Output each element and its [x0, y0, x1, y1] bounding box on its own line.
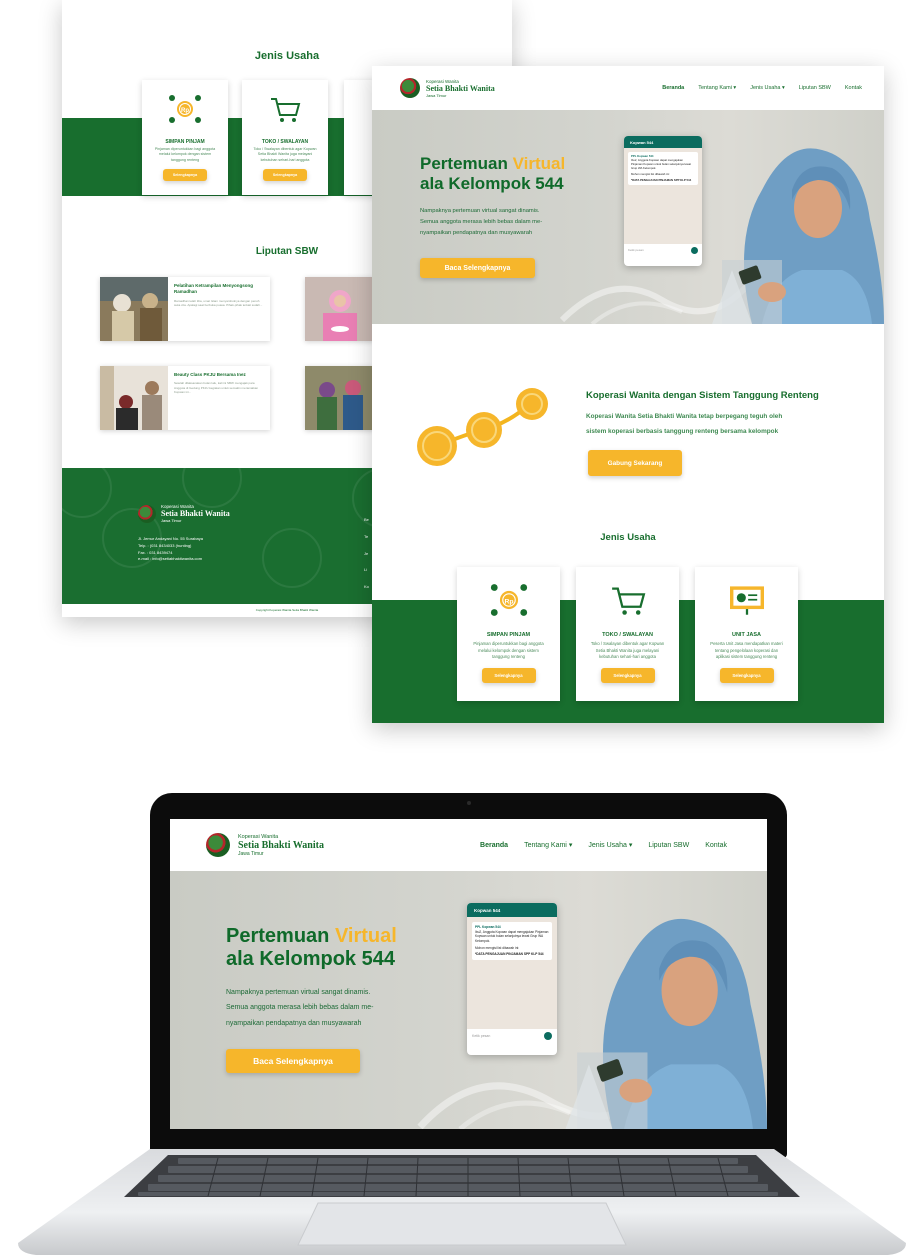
post-desc: Setelah dilaksanakan bulan lalu, kali in… [174, 381, 259, 395]
hero-read-more-button[interactable]: Baca Selengkapnya [226, 1049, 360, 1073]
card-more-button[interactable]: Selengkapnya [263, 169, 307, 182]
hero-section: Pertemuan Virtual ala Kelompok 544 Nampak… [372, 110, 884, 324]
navbar: Koperasi Wanita Setia Bhakti Wanita Jawa… [372, 66, 884, 110]
nav-jenis[interactable]: Jenis Usaha ▾ [750, 85, 785, 91]
post-photo [100, 277, 168, 341]
card-more-button[interactable]: Selengkapnya [163, 169, 207, 182]
coin-people-icon: Rp [169, 95, 201, 123]
card-simpan-pinjam[interactable]: Rp SIMPAN PINJAM Pinjaman diperuntukkan … [457, 567, 560, 701]
card-desc: Peserta Unit Jasa mendapatkan materi tent… [710, 641, 783, 660]
chat-message: PPL Kopwan 544 Ibu2, Anggota Kopwan dapa… [472, 922, 552, 960]
card-desc: Toko / Swalayan dibentuk agar Kopwan Seti… [590, 641, 665, 660]
brand-logo[interactable]: Koperasi Wanita Setia Bhakti Wanita Jawa… [206, 833, 324, 857]
card-simpan-pinjam[interactable]: Rp SIMPAN PINJAM Pinjaman diperuntukkan … [142, 80, 228, 195]
post-desc: Ramadhan telah tiba, umat Islam menyambu… [174, 298, 263, 308]
chat-input[interactable]: Ketik pesan [624, 244, 702, 256]
card-title: SIMPAN PINJAM [165, 139, 205, 145]
shopping-cart-icon [271, 98, 301, 122]
join-now-button[interactable]: Gabung Sekarang [588, 450, 682, 476]
card-more-button[interactable]: Selengkapnya [481, 668, 536, 684]
front-page-mockup: Koperasi Wanita Setia Bhakti Wanita Jawa… [372, 66, 884, 723]
svg-text:Rp: Rp [181, 108, 189, 114]
hero-woman-photo [712, 148, 884, 324]
presentation-board-icon [729, 586, 764, 615]
post-card-partial[interactable] [305, 366, 375, 430]
nav-tentang[interactable]: Tentang Kami ▾ [698, 85, 736, 91]
footer-logo[interactable]: Koperasi Wanita Setia Bhakti Wanita Jawa… [138, 504, 230, 523]
about-title: Koperasi Wanita dengan Sistem Tanggung R… [586, 390, 819, 401]
card-desc: Pinjaman diperuntukkan bagi anggota melal… [473, 641, 544, 660]
nav-kontak[interactable]: Kontak [845, 85, 862, 91]
chat-header: Kopwan 544 [624, 136, 702, 148]
nav-liputan[interactable]: Liputan SBW [648, 842, 689, 849]
card-unit-jasa[interactable]: UNIT JASA Peserta Unit Jasa mendapatkan … [695, 567, 798, 701]
hero-woman-photo [565, 918, 767, 1129]
hero-text: Nampaknya pertemuan virtual sangat dinam… [226, 989, 374, 1027]
post-card-partial[interactable] [305, 277, 375, 341]
post-title: Beauty Class PKJU Bersama Inez [174, 372, 246, 377]
jenis-usaha-title: Jenis Usaha [254, 50, 320, 62]
post-title: Pelatihan Ketrampilan Menyongsong Ramadh… [174, 283, 254, 295]
logo-icon [400, 78, 420, 98]
nav-beranda[interactable]: Beranda [480, 842, 508, 849]
nav-menu: Beranda Tentang Kami ▾ Jenis Usaha ▾ Lip… [480, 841, 727, 850]
card-toko-swalayan[interactable]: TOKO / SWALAYAN Toko / Swalayan dibentuk… [576, 567, 679, 701]
mockup-stage: Jenis Usaha Rp SIMPAN PINJAM Pinjaman di… [0, 0, 909, 1259]
card-title: UNIT JASA [731, 632, 762, 638]
coins-chain-illustration [417, 388, 548, 466]
post-card[interactable]: Pelatihan Ketrampilan Menyongsong Ramadh… [100, 277, 270, 341]
post-photo [100, 366, 168, 430]
nav-menu: Beranda Tentang Kami ▾ Jenis Usaha ▾ Lip… [662, 85, 862, 91]
footer-links: Be Te Je Li Ko [364, 517, 369, 590]
hero-section: Pertemuan Virtual ala Kelompok 544 Nampak… [170, 871, 767, 1129]
nav-tentang[interactable]: Tentang Kami ▾ [524, 841, 572, 849]
nav-kontak[interactable]: Kontak [705, 842, 727, 849]
card-title: TOKO / SWALAYAN [602, 632, 653, 638]
svg-text:Rp: Rp [504, 598, 513, 605]
about-section: Koperasi Wanita dengan Sistem Tanggung R… [372, 324, 884, 504]
card-toko-swalayan[interactable]: TOKO / SWALAYAN Toko / Swalayan dibentuk… [242, 80, 328, 195]
card-more-button[interactable]: Selengkapnya [600, 668, 655, 684]
hero-title: Pertemuan Virtual ala Kelompok 544 [420, 154, 566, 193]
logo-icon [206, 833, 230, 857]
chat-message: PPL Kopwan 544 Ibu2, Anggota Kopwan dapa… [628, 152, 698, 186]
brand-logo[interactable]: Koperasi Wanita Setia Bhakti Wanita Jawa… [400, 78, 495, 98]
coin-people-icon: Rp [490, 584, 527, 616]
nav-beranda[interactable]: Beranda [662, 85, 684, 91]
card-title: TOKO / SWALAYAN [261, 139, 309, 145]
logo-icon [138, 504, 156, 523]
hero-text: Nampaknya pertemuan virtual sangat dinam… [420, 208, 543, 236]
card-more-button[interactable]: Selengkapnya [719, 668, 774, 684]
nav-liputan[interactable]: Liputan SBW [799, 85, 831, 91]
hero-read-more-button[interactable]: Baca Selengkapnya [420, 258, 535, 278]
card-title: SIMPAN PINJAM [486, 632, 531, 638]
navbar: Koperasi Wanita Setia Bhakti Wanita Jawa… [170, 819, 767, 871]
phone-mockup: Kopwan 544 PPL Kopwan 544 Ibu2, Anggota … [624, 136, 702, 266]
jenis-usaha-title: Jenis Usaha [600, 532, 656, 543]
laptop-base [18, 1149, 906, 1255]
about-desc: Koperasi Wanita Setia Bhakti Wanita teta… [586, 413, 783, 435]
post-photo [305, 366, 375, 430]
post-card[interactable]: Beauty Class PKJU Bersama Inez Setelah d… [100, 366, 270, 430]
footer-contact: Jl. Jemur Andayani No. 55 Surabaya Telp.… [138, 536, 203, 562]
post-photo [305, 277, 375, 341]
card-desc: Toko / Swalayan dibentuk agar Kopwan Seti… [253, 147, 317, 162]
shopping-cart-icon [611, 587, 645, 615]
hero-title: Pertemuan Virtual ala Kelompok 544 [226, 925, 397, 970]
nav-jenis[interactable]: Jenis Usaha ▾ [588, 841, 632, 849]
webcam-icon [466, 801, 471, 805]
card-desc: Pinjaman diperuntukkan bagi anggota melal… [154, 147, 216, 162]
laptop-screen: Koperasi Wanita Setia Bhakti Wanita Jawa… [170, 819, 767, 1129]
chat-body: PPL Kopwan 544 Ibu2, Anggota Kopwan dapa… [624, 148, 702, 244]
